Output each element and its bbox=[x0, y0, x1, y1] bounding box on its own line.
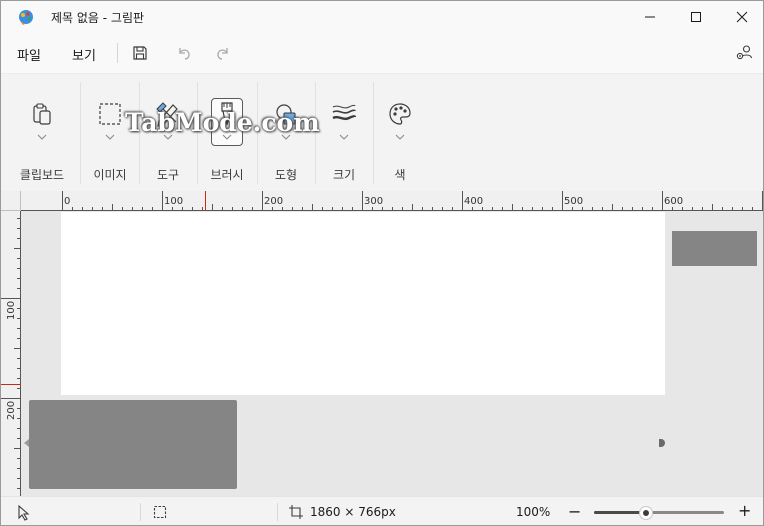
status-divider bbox=[140, 503, 141, 521]
account-button[interactable] bbox=[734, 43, 754, 63]
account-settings-icon bbox=[736, 45, 753, 60]
maximize-icon bbox=[691, 12, 701, 22]
minimize-icon bbox=[645, 16, 655, 18]
ribbon-group-colors[interactable]: 색 bbox=[375, 74, 425, 192]
menu-file[interactable]: 파일 bbox=[17, 45, 41, 64]
select-rectangle-icon bbox=[94, 98, 126, 130]
zoom-out-button[interactable]: − bbox=[568, 502, 581, 521]
ruler-label: 0 bbox=[64, 196, 70, 207]
palette-icon bbox=[384, 98, 416, 130]
ribbon-group-label: 도형 bbox=[274, 168, 298, 182]
ruler-label: 600 bbox=[664, 196, 683, 207]
close-button[interactable] bbox=[719, 1, 763, 33]
redacted-block bbox=[29, 400, 237, 489]
size-lines-icon bbox=[328, 98, 360, 130]
ribbon-group-label: 도구 bbox=[156, 168, 180, 182]
ribbon-toolbar: 클립보드 이미지 도구 브러시 도형 크기 색 TabMode.com bbox=[1, 73, 763, 192]
close-icon bbox=[736, 11, 748, 23]
redo-button[interactable] bbox=[213, 43, 233, 63]
ribbon-divider bbox=[373, 82, 374, 184]
cursor-position-icon bbox=[18, 505, 30, 521]
canvas-workarea: 0 100 200 300 400 500 600 100 200 bbox=[1, 191, 763, 496]
undo-icon bbox=[179, 48, 190, 60]
clipboard-icon bbox=[26, 98, 58, 130]
chevron-down-icon bbox=[37, 134, 47, 140]
drawing-canvas[interactable] bbox=[61, 212, 665, 395]
maximize-button[interactable] bbox=[673, 1, 719, 33]
canvas-resize-handle[interactable] bbox=[659, 439, 665, 447]
canvas-scroll-area[interactable] bbox=[21, 211, 763, 496]
ribbon-divider bbox=[80, 82, 81, 184]
zoom-slider-thumb[interactable] bbox=[639, 506, 653, 520]
canvas-resize-handle[interactable] bbox=[24, 439, 29, 447]
ruler-label: 300 bbox=[364, 196, 383, 207]
chevron-down-icon bbox=[395, 134, 405, 140]
status-divider bbox=[277, 503, 278, 521]
ruler-label: 100 bbox=[164, 196, 183, 207]
chevron-down-icon bbox=[339, 134, 349, 140]
canvas-dimensions: 1860 × 766px bbox=[310, 505, 396, 519]
ribbon-group-label: 브러시 bbox=[210, 168, 244, 182]
ruler-label: 500 bbox=[564, 196, 583, 207]
redacted-block bbox=[672, 231, 757, 266]
ribbon-group-label: 색 bbox=[394, 168, 406, 182]
ribbon-group-label: 이미지 bbox=[93, 168, 127, 182]
ribbon-group-label: 크기 bbox=[332, 168, 356, 182]
ribbon-group-label: 클립보드 bbox=[19, 168, 65, 182]
minimize-button[interactable] bbox=[627, 1, 673, 33]
horizontal-ruler: 0 100 200 300 400 500 600 bbox=[21, 191, 763, 211]
title-bar: 제목 없음 - 그림판 bbox=[1, 1, 763, 33]
ruler-label: 100 bbox=[6, 301, 17, 320]
window-title: 제목 없음 - 그림판 bbox=[51, 11, 145, 25]
menu-bar: 파일 보기 bbox=[1, 33, 763, 73]
ribbon-group-size[interactable]: 크기 bbox=[317, 74, 371, 192]
canvas-size-icon bbox=[289, 505, 303, 519]
watermark-text: TabMode.com bbox=[125, 108, 320, 137]
ruler-label: 200 bbox=[6, 401, 17, 420]
zoom-percentage[interactable]: 100% bbox=[516, 505, 550, 519]
ruler-corner bbox=[1, 191, 21, 211]
paint-window: 제목 없음 - 그림판 파일 보기 클립보드 이미지 도구 브러시 도형 크기 … bbox=[0, 0, 764, 526]
undo-button[interactable] bbox=[174, 43, 194, 63]
vertical-ruler-ticks: 100 200 bbox=[1, 218, 21, 489]
status-bar: 1860 × 766px 100% − + bbox=[1, 496, 763, 525]
redo-icon bbox=[217, 48, 228, 60]
selection-size-icon bbox=[153, 505, 167, 519]
zoom-slider[interactable] bbox=[594, 511, 724, 514]
ruler-label: 200 bbox=[264, 196, 283, 207]
save-button[interactable] bbox=[130, 43, 150, 63]
vertical-ruler: 100 200 bbox=[1, 211, 21, 496]
paint-app-icon bbox=[19, 10, 33, 25]
menu-view[interactable]: 보기 bbox=[72, 45, 96, 64]
save-icon bbox=[133, 46, 147, 60]
menu-divider bbox=[117, 43, 118, 63]
chevron-down-icon bbox=[105, 134, 115, 140]
ribbon-group-clipboard[interactable]: 클립보드 bbox=[9, 74, 75, 192]
horizontal-ruler-ticks: 0 100 200 300 400 500 600 bbox=[62, 191, 763, 211]
ruler-label: 400 bbox=[464, 196, 483, 207]
zoom-in-button[interactable]: + bbox=[738, 501, 751, 520]
